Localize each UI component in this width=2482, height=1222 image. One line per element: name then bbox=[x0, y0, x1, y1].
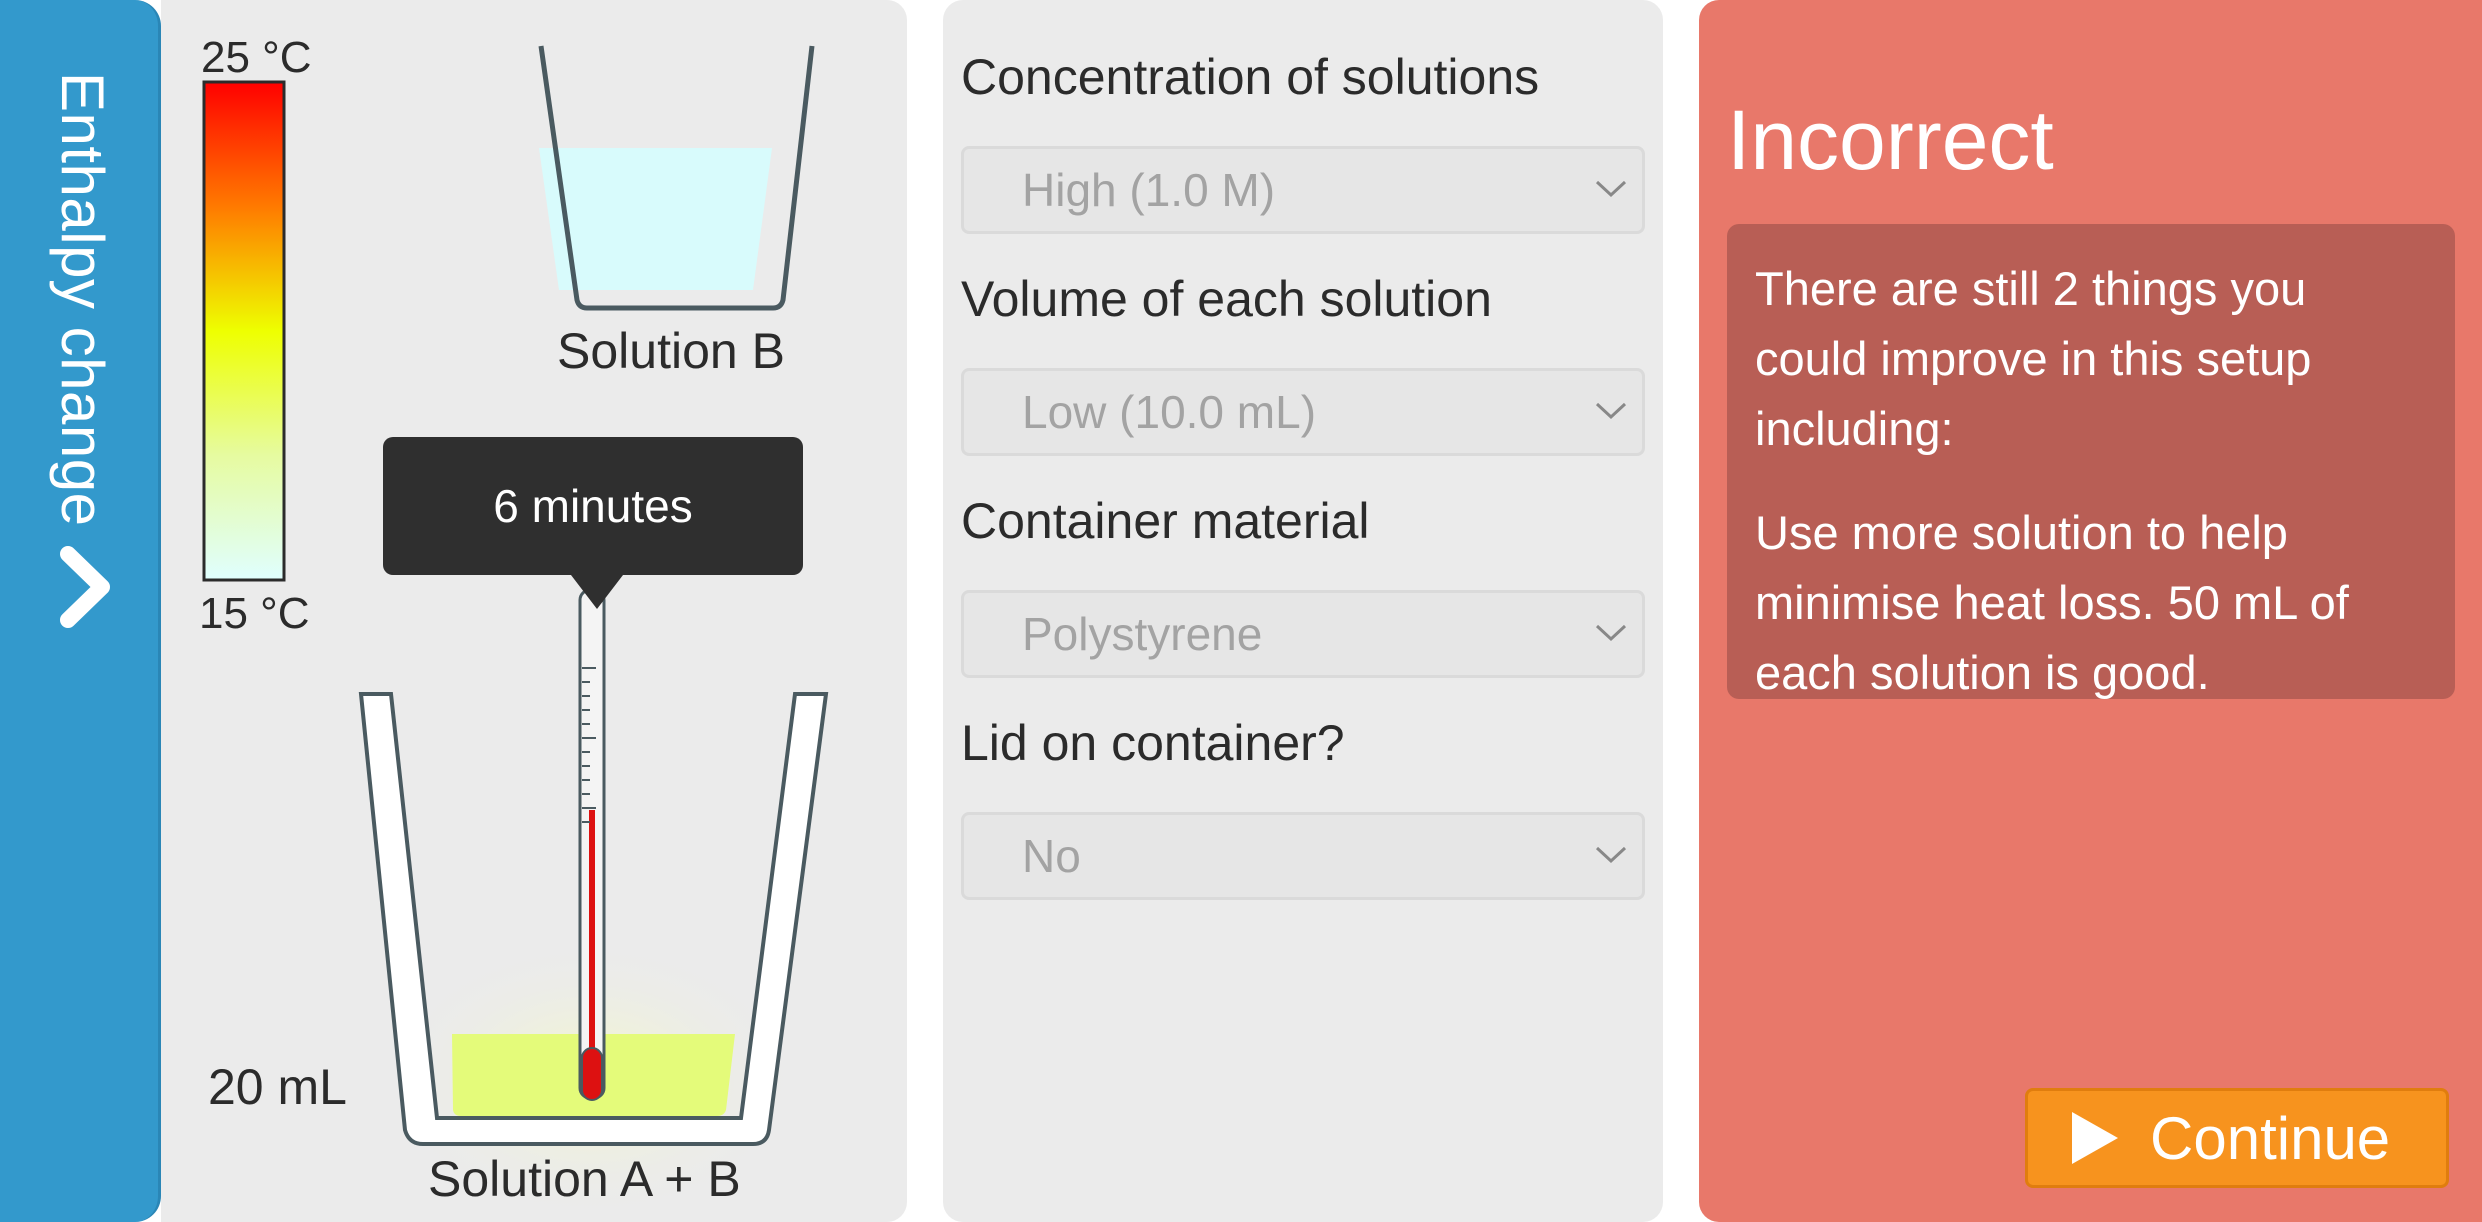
lid-label: Lid on container? bbox=[961, 715, 1345, 771]
lid-select[interactable]: No bbox=[961, 812, 1645, 900]
solution-b-label: Solution B bbox=[557, 323, 785, 379]
volume-value: Low (10.0 mL) bbox=[1022, 386, 1317, 438]
feedback-title: Incorrect bbox=[1727, 93, 2054, 187]
thermometer-liquid bbox=[589, 810, 595, 1062]
scale-max-label: 25 °C bbox=[201, 33, 312, 82]
feedback-message-box: There are still 2 things you could impro… bbox=[1727, 224, 2455, 699]
option-concentration: Concentration of solutions High (1.0 M) bbox=[961, 48, 1645, 234]
timer-text: 6 minutes bbox=[493, 480, 693, 532]
volume-select[interactable]: Low (10.0 mL) bbox=[961, 368, 1645, 456]
concentration-label: Concentration of solutions bbox=[961, 49, 1540, 105]
option-container-material: Container material Polystyrene bbox=[961, 492, 1645, 678]
lid-value: No bbox=[1022, 830, 1081, 882]
container-material-select[interactable]: Polystyrene bbox=[961, 590, 1645, 678]
simulation-panel: 25 °C 15 °C Solution B 20 mL Solution A … bbox=[161, 0, 907, 1222]
container-material-label: Container material bbox=[961, 493, 1370, 549]
chevron-right-icon bbox=[60, 546, 110, 628]
feedback-tip: Use more solution to help minimise heat … bbox=[1755, 506, 2349, 699]
scale-min-label: 15 °C bbox=[199, 589, 310, 638]
simulation-canvas: 25 °C 15 °C Solution B 20 mL Solution A … bbox=[199, 33, 829, 1220]
mixture-label: Solution A + B bbox=[428, 1151, 741, 1207]
container-material-value: Polystyrene bbox=[1022, 608, 1263, 660]
chevron-down-icon bbox=[1595, 624, 1627, 642]
feedback-panel: Incorrect There are still 2 things you c… bbox=[1699, 0, 2482, 1222]
temperature-scale-bar bbox=[202, 80, 286, 582]
timer-tooltip: 6 minutes bbox=[383, 437, 803, 609]
play-icon bbox=[2072, 1112, 2118, 1164]
experiment-options-panel: Concentration of solutions High (1.0 M) … bbox=[943, 0, 1663, 1222]
continue-label: Continue bbox=[2150, 1104, 2391, 1172]
chevron-down-icon bbox=[1595, 846, 1627, 864]
continue-button[interactable]: Continue bbox=[2025, 1088, 2449, 1188]
concentration-select[interactable]: High (1.0 M) bbox=[961, 146, 1645, 234]
volume-option-label: Volume of each solution bbox=[961, 271, 1492, 327]
enthalpy-change-label: Enthalpy change bbox=[49, 72, 116, 527]
feedback-summary: There are still 2 things you could impro… bbox=[1755, 262, 2312, 455]
option-lid: Lid on container? No bbox=[961, 714, 1645, 900]
enthalpy-change-tab[interactable]: Enthalpy change bbox=[0, 0, 161, 1222]
thermometer[interactable] bbox=[578, 588, 606, 1101]
chevron-down-icon bbox=[1595, 402, 1627, 420]
volume-label: 20 mL bbox=[208, 1059, 347, 1115]
option-volume: Volume of each solution Low (10.0 mL) bbox=[961, 270, 1645, 456]
concentration-value: High (1.0 M) bbox=[1022, 164, 1276, 216]
chevron-down-icon bbox=[1595, 180, 1627, 198]
